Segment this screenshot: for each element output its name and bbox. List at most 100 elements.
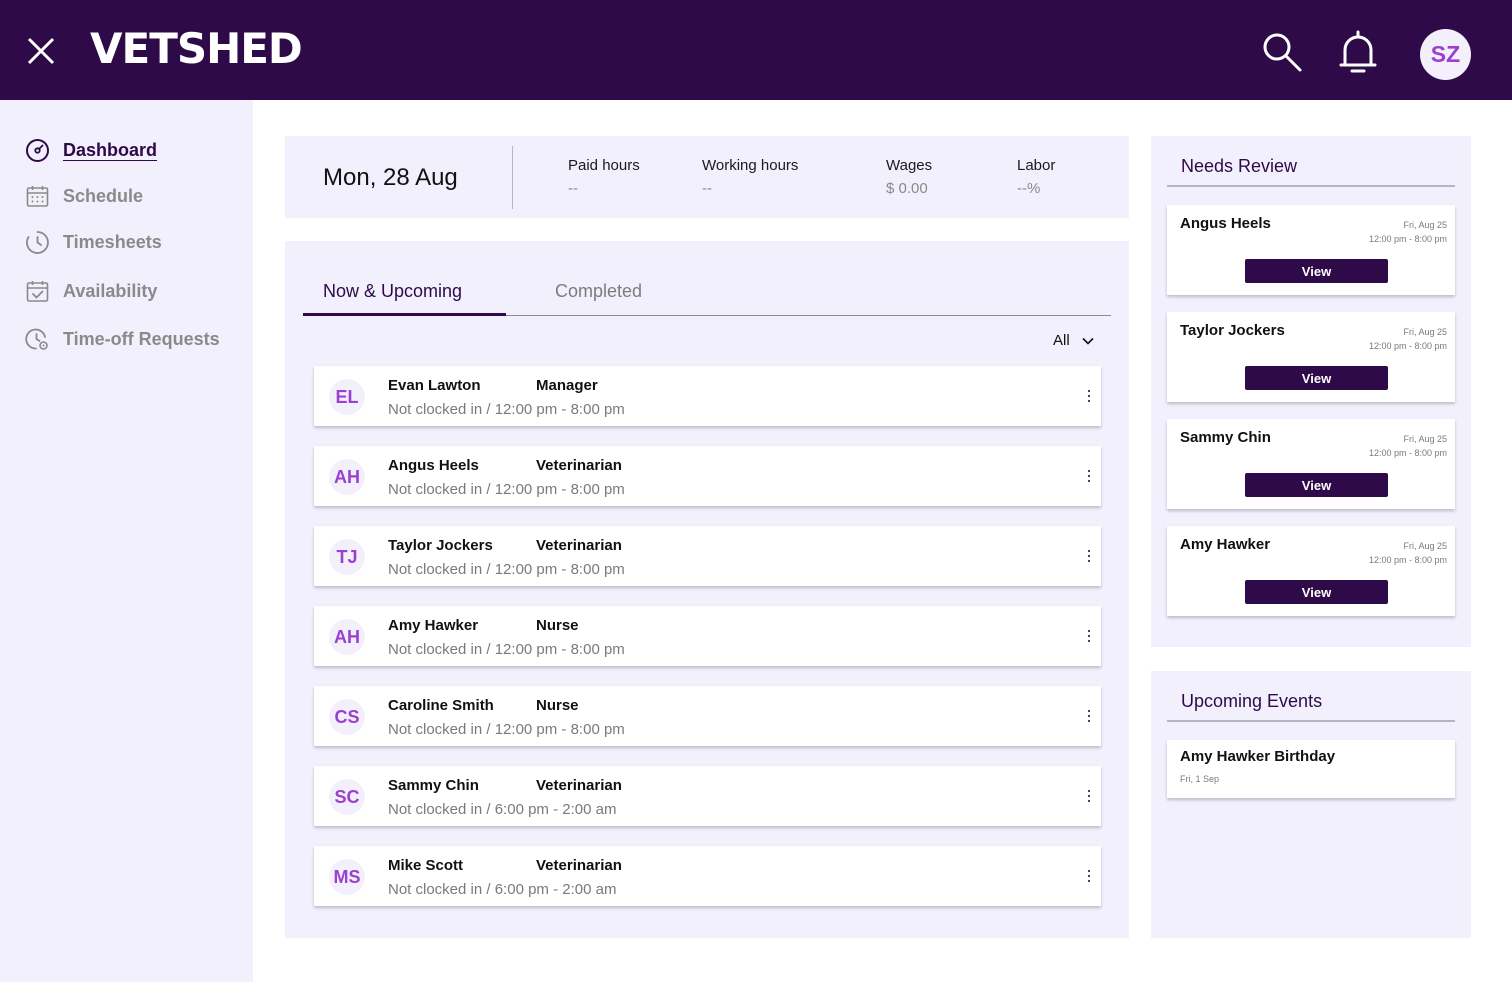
more-options-icon[interactable] <box>1084 706 1094 726</box>
day-summary-bar: Mon, 28 Aug Paid hours -- Working hours … <box>285 136 1129 218</box>
dashboard-gauge-icon <box>26 139 49 162</box>
employee-avatar: EL <box>329 379 365 415</box>
panel-divider <box>1167 185 1455 187</box>
stat-label: Working hours <box>702 157 799 174</box>
employee-avatar: TJ <box>329 539 365 575</box>
tab-completed[interactable]: Completed <box>555 281 642 302</box>
stat-value: --% <box>1017 180 1041 197</box>
shift-card[interactable]: CS Caroline Smith Nurse Not clocked in / 12… <box>314 686 1101 746</box>
review-employee-name: Angus Heels <box>1180 215 1271 232</box>
stat-paid-hours: Paid hours -- <box>568 157 640 197</box>
sidebar-item-availability[interactable]: Availability <box>25 279 157 304</box>
employee-avatar: AH <box>329 619 365 655</box>
stat-value: -- <box>702 180 712 197</box>
more-options-icon[interactable] <box>1084 386 1094 406</box>
view-button[interactable]: View <box>1245 580 1388 604</box>
sidebar-item-dashboard[interactable]: Dashboard <box>25 138 157 163</box>
panel-title: Needs Review <box>1181 156 1298 176</box>
shift-card[interactable]: AH Angus Heels Veterinarian Not clocked in … <box>314 446 1101 506</box>
review-date: Fri, Aug 25 <box>1403 220 1447 230</box>
review-card: Taylor Jockers Fri, Aug 25 12:00 pm - 8:00… <box>1167 312 1455 402</box>
shift-status: Not clocked in / 12:00 pm - 8:00 pm <box>388 641 625 658</box>
view-button[interactable]: View <box>1245 366 1388 390</box>
stat-wages: Wages $ 0.00 <box>886 157 932 197</box>
sidebar-item-time-off-requests[interactable]: Time-off Requests <box>25 327 220 352</box>
more-options-icon[interactable] <box>1084 466 1094 486</box>
filter-value: All <box>1053 332 1070 349</box>
review-date: Fri, Aug 25 <box>1403 541 1447 551</box>
sidebar-item-timesheets[interactable]: Timesheets <box>25 230 162 255</box>
summary-divider <box>512 146 513 209</box>
shift-status: Not clocked in / 12:00 pm - 8:00 pm <box>388 561 625 578</box>
panel-title: Upcoming Events <box>1181 691 1323 711</box>
shift-card[interactable]: MS Mike Scott Veterinarian Not clocked in /… <box>314 846 1101 906</box>
sidebar-item-schedule[interactable]: Schedule <box>25 184 143 209</box>
current-date: Mon, 28 Aug <box>323 164 458 191</box>
shift-status: Not clocked in / 6:00 pm - 2:00 am <box>388 881 617 898</box>
employee-name: Evan Lawton <box>388 377 481 394</box>
close-icon[interactable] <box>22 32 60 70</box>
review-time: 12:00 pm - 8:00 pm <box>1368 234 1447 244</box>
shift-status: Not clocked in / 12:00 pm - 8:00 pm <box>388 721 625 738</box>
view-button[interactable]: View <box>1245 473 1388 497</box>
event-date: Fri, 1 Sep <box>1180 774 1220 784</box>
employee-role: Veterinarian <box>536 457 622 474</box>
search-icon[interactable] <box>1260 30 1304 74</box>
review-date: Fri, Aug 25 <box>1403 327 1447 337</box>
panel-divider <box>1167 720 1455 722</box>
shift-card[interactable]: TJ Taylor Jockers Veterinarian Not clocked … <box>314 526 1101 586</box>
shift-card[interactable]: SC Sammy Chin Veterinarian Not clocked in /… <box>314 766 1101 826</box>
shifts-panel: Now & Upcoming Completed All EL Evan Lawt… <box>285 241 1129 938</box>
shift-card[interactable]: EL Evan Lawton Manager Not clocked in / 12:… <box>314 366 1101 426</box>
event-card[interactable]: Amy Hawker Birthday Fri, 1 Sep <box>1167 740 1455 798</box>
review-employee-name: Sammy Chin <box>1180 429 1271 446</box>
shift-status: Not clocked in / 6:00 pm - 2:00 am <box>388 801 617 818</box>
stat-value: -- <box>568 180 578 197</box>
employee-role: Manager <box>536 377 598 394</box>
more-options-icon[interactable] <box>1084 546 1094 566</box>
calendar-grid-icon <box>26 186 49 207</box>
review-employee-name: Taylor Jockers <box>1180 322 1285 339</box>
more-options-icon[interactable] <box>1084 786 1094 806</box>
employee-name: Caroline Smith <box>388 697 494 714</box>
tab-now-upcoming[interactable]: Now & Upcoming <box>323 281 462 302</box>
more-options-icon[interactable] <box>1084 626 1094 646</box>
review-card: Amy Hawker Fri, Aug 25 12:00 pm - 8:00 pm V… <box>1167 526 1455 616</box>
sidebar-item-label: Time-off Requests <box>63 329 220 349</box>
employee-name: Taylor Jockers <box>388 537 493 554</box>
review-time: 12:00 pm - 8:00 pm <box>1368 555 1447 565</box>
shift-card[interactable]: AH Amy Hawker Nurse Not clocked in / 12:00 … <box>314 606 1101 666</box>
clock-history-icon <box>26 231 49 254</box>
sidebar-item-label: Dashboard <box>63 140 158 160</box>
shift-status: Not clocked in / 12:00 pm - 8:00 pm <box>388 401 625 418</box>
upcoming-events-panel: Upcoming Events Amy Hawker Birthday Fri,… <box>1151 671 1471 938</box>
view-button[interactable]: View <box>1245 259 1388 283</box>
review-datetime: Fri, Aug 25 12:00 pm - 8:00 pm <box>1369 325 1447 353</box>
employee-avatar: CS <box>329 699 365 735</box>
sidebar-item-label: Schedule <box>63 186 144 206</box>
more-options-icon[interactable] <box>1084 866 1094 886</box>
stat-value: $ 0.00 <box>886 180 928 197</box>
review-card: Sammy Chin Fri, Aug 25 12:00 pm - 8:00 pm V… <box>1167 419 1455 509</box>
employee-name: Angus Heels <box>388 457 479 474</box>
employee-name: Amy Hawker <box>388 617 479 634</box>
review-employee-name: Amy Hawker <box>1180 536 1271 553</box>
stat-label: Paid hours <box>568 157 640 174</box>
review-date: Fri, Aug 25 <box>1403 434 1447 444</box>
employee-role: Nurse <box>536 697 579 714</box>
bell-icon[interactable] <box>1336 28 1380 76</box>
sidebar: Dashboard Schedule Timesheets Availabili… <box>0 100 253 982</box>
employee-name: Sammy Chin <box>388 777 479 794</box>
sidebar-item-label: Availability <box>63 281 158 301</box>
stat-working-hours: Working hours -- <box>702 157 798 197</box>
brand-logo: VETSHED <box>90 24 303 73</box>
review-datetime: Fri, Aug 25 12:00 pm - 8:00 pm <box>1369 218 1447 246</box>
shift-filter-dropdown[interactable]: All <box>1053 332 1094 349</box>
top-bar: VETSHED SZ <box>0 0 1512 100</box>
shift-status: Not clocked in / 12:00 pm - 8:00 pm <box>388 481 625 498</box>
review-time: 12:00 pm - 8:00 pm <box>1368 341 1447 351</box>
user-avatar[interactable]: SZ <box>1420 29 1471 80</box>
stat-label: Labor <box>1017 157 1056 174</box>
stat-labor: Labor --% <box>1017 157 1055 197</box>
employee-role: Nurse <box>536 617 579 634</box>
